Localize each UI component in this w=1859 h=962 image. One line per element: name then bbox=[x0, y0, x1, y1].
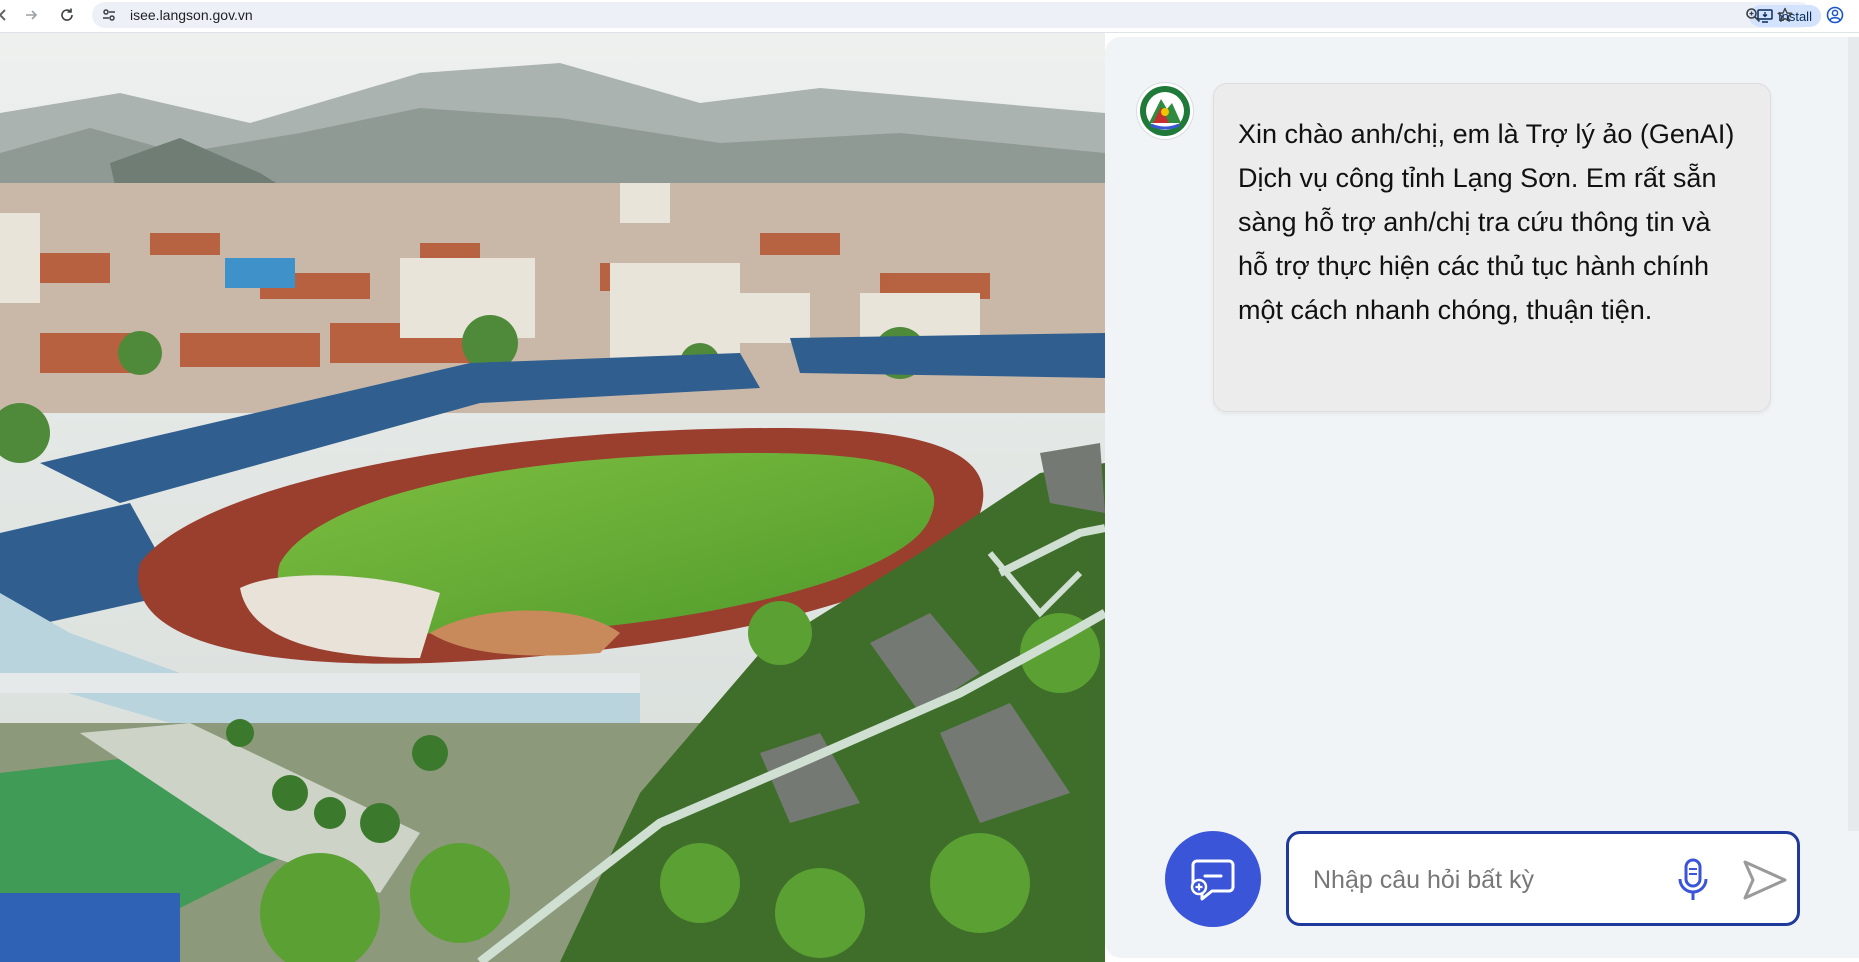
new-chat-button[interactable] bbox=[1165, 831, 1261, 927]
send-button[interactable] bbox=[1739, 854, 1791, 906]
browser-toolbar: isee.langson.gov.vn Install bbox=[0, 0, 1859, 33]
microphone-icon bbox=[1678, 858, 1708, 900]
chat-scrollbar[interactable] bbox=[1848, 37, 1859, 831]
chat-input-box bbox=[1286, 831, 1800, 926]
send-icon bbox=[1743, 860, 1787, 900]
lang-son-stadium-photo bbox=[0, 33, 1105, 962]
profile-icon[interactable] bbox=[1824, 4, 1846, 26]
question-input[interactable] bbox=[1311, 856, 1635, 904]
zoom-icon[interactable] bbox=[1742, 4, 1764, 26]
bot-greeting-bubble: Xin chào anh/chị, em là Trợ lý ảo (GenAI… bbox=[1213, 83, 1771, 412]
new-chat-icon bbox=[1190, 859, 1235, 901]
bot-greeting-text: Xin chào anh/chị, em là Trợ lý ảo (GenAI… bbox=[1238, 119, 1735, 325]
forward-icon[interactable] bbox=[20, 4, 42, 26]
bookmark-star-icon[interactable] bbox=[1774, 4, 1796, 26]
back-icon[interactable] bbox=[0, 4, 14, 26]
site-info-icon[interactable] bbox=[100, 6, 118, 24]
url-text: isee.langson.gov.vn bbox=[130, 7, 253, 23]
microphone-button[interactable] bbox=[1669, 854, 1717, 906]
address-bar[interactable]: isee.langson.gov.vn Install bbox=[92, 2, 1821, 28]
lang-son-emblem-icon bbox=[1137, 83, 1193, 139]
reload-icon[interactable] bbox=[56, 4, 78, 26]
